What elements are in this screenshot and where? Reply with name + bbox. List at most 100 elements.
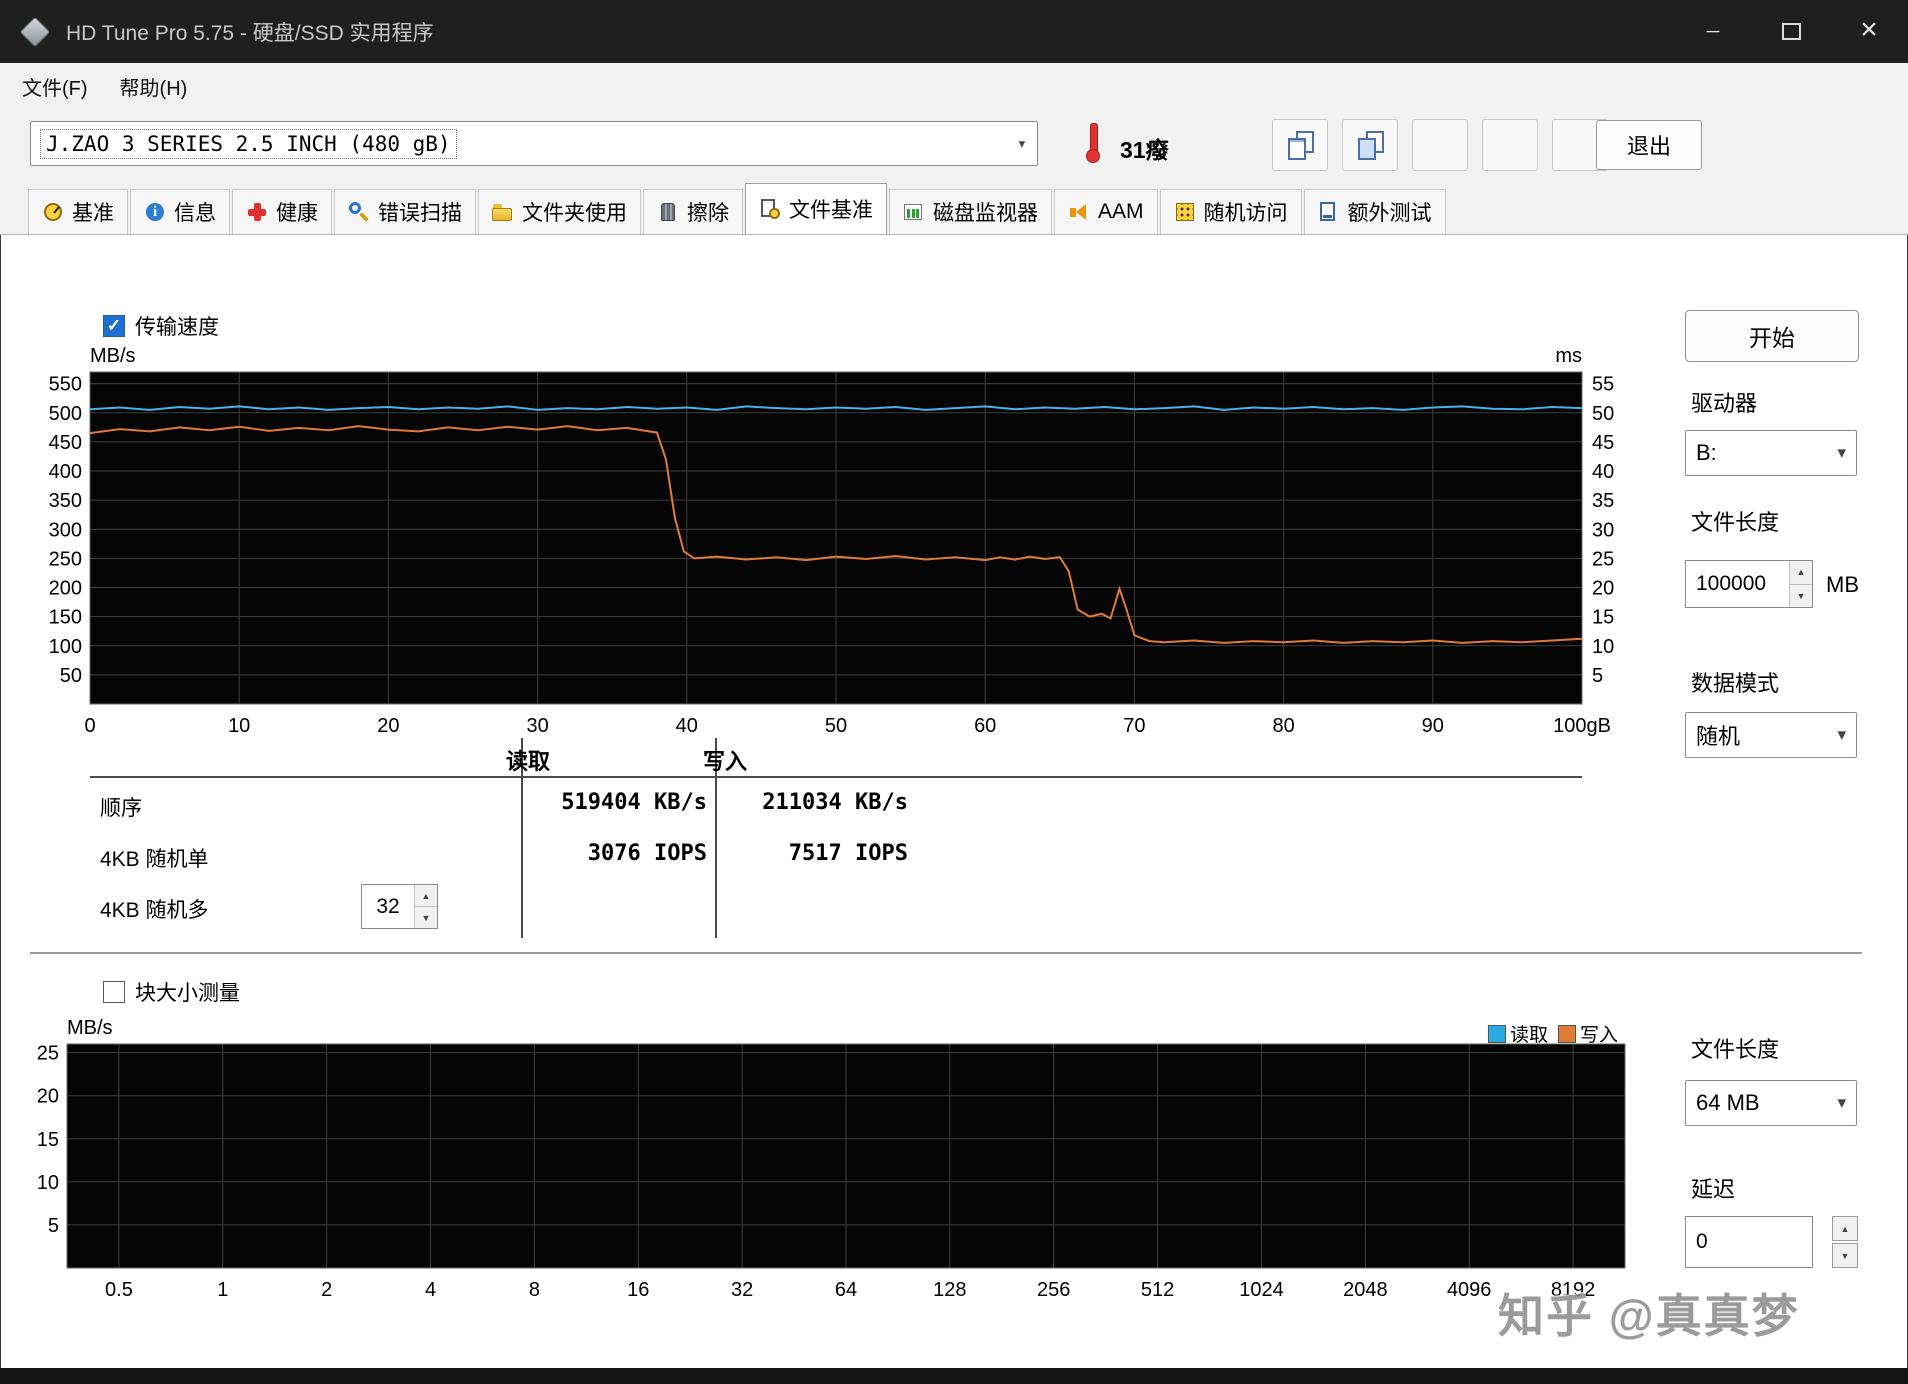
block-file-length-dropdown[interactable]: 64 MB ▾	[1685, 1080, 1857, 1126]
scan-icon	[348, 201, 370, 223]
folder-icon	[492, 201, 514, 223]
tab-info[interactable]: 信息	[130, 189, 230, 234]
svg-text:80: 80	[1272, 715, 1294, 737]
copy-image-button[interactable]	[1342, 119, 1398, 171]
block-file-length-value: 64 MB	[1696, 1090, 1760, 1115]
spinner-down-icon[interactable]: ▼	[415, 907, 437, 928]
spinner-down-icon[interactable]: ▼	[1790, 584, 1812, 607]
tab-gauge[interactable]: 基准	[28, 189, 128, 234]
erase-icon	[657, 201, 679, 223]
spinner-up-icon[interactable]: ▲	[415, 885, 437, 907]
menu-file[interactable]: 文件(F)	[6, 66, 104, 107]
thread-count-value: 32	[376, 894, 400, 918]
svg-text:450: 450	[49, 432, 82, 454]
tab-scan[interactable]: 错误扫描	[334, 189, 476, 234]
svg-text:2048: 2048	[1343, 1279, 1388, 1301]
row-label-sequential: 顺序	[100, 797, 142, 820]
svg-text:10: 10	[1592, 636, 1614, 658]
thread-count-arrows: ▲ ▼	[414, 885, 437, 928]
maximize-button[interactable]	[1752, 0, 1830, 63]
transfer-speed-checkbox[interactable]	[103, 315, 125, 337]
thermometer-icon	[1086, 123, 1100, 163]
tab-label: 额外测试	[1347, 202, 1432, 225]
performance-button[interactable]	[1482, 119, 1538, 171]
temperature-value: 31癈	[1120, 137, 1169, 163]
tab-health[interactable]: 健康	[232, 189, 332, 234]
toolbar: J.ZAO 3 SERIES 2.5 INCH (480 gB) ▾ 31癈 退…	[0, 109, 1908, 181]
tab-extra-tests[interactable]: 额外测试	[1303, 189, 1446, 234]
copy-image-icon	[1355, 130, 1385, 160]
tab-folder[interactable]: 文件夹使用	[478, 189, 641, 234]
drive-dropdown-value: B:	[1696, 440, 1717, 465]
delay-up-icon[interactable]: ▲	[1832, 1216, 1858, 1241]
file-length-spinner[interactable]: 100000 ▲ ▼	[1685, 560, 1813, 608]
svg-text:30: 30	[1592, 519, 1614, 541]
thread-count-spinner[interactable]: 32 ▲ ▼	[361, 884, 438, 929]
tab-aam[interactable]: AAM	[1054, 189, 1158, 234]
disk-monitor-icon	[903, 201, 925, 223]
tab-label: 错误扫描	[378, 202, 462, 225]
spinner-up-icon[interactable]: ▲	[1790, 561, 1812, 585]
block-size-checkbox[interactable]	[103, 981, 125, 1003]
svg-text:30: 30	[526, 715, 548, 737]
minimize-button[interactable]	[1674, 0, 1752, 63]
tab-label: 文件夹使用	[522, 202, 627, 225]
svg-text:50: 50	[825, 715, 847, 737]
copy-text-button[interactable]	[1272, 119, 1328, 171]
svg-text:10: 10	[228, 715, 250, 737]
read-column-header: 读取	[505, 749, 550, 774]
start-button[interactable]: 开始	[1685, 310, 1859, 362]
close-icon	[1860, 20, 1878, 44]
camera-icon	[1425, 130, 1455, 160]
tab-label: 健康	[276, 202, 318, 225]
svg-text:40: 40	[676, 715, 698, 737]
file-length-value: 100000	[1696, 572, 1767, 595]
svg-text:4096: 4096	[1447, 1279, 1492, 1301]
svg-text:1024: 1024	[1239, 1279, 1284, 1301]
screenshot-button[interactable]	[1412, 119, 1468, 171]
exit-button[interactable]: 退出	[1596, 120, 1702, 170]
extra-tests-icon	[1318, 201, 1340, 223]
tab-file-benchmark[interactable]: 文件基准	[745, 183, 887, 234]
delay-spinner[interactable]: 0	[1685, 1216, 1813, 1268]
tab-random-access[interactable]: 随机访问	[1159, 189, 1302, 234]
svg-text:10: 10	[37, 1172, 59, 1194]
app-window: HD Tune Pro 5.75 - 硬盘/SSD 实用程序 文件(F) 帮助(…	[0, 0, 1908, 1384]
transfer-speed-checkbox-row: 传输速度	[103, 311, 219, 341]
menu-bar: 文件(F) 帮助(H)	[0, 63, 1908, 109]
gauge-icon	[42, 201, 64, 223]
section-divider	[30, 952, 1862, 954]
svg-text:100: 100	[49, 636, 82, 658]
tab-disk-monitor[interactable]: 磁盘监视器	[889, 189, 1052, 234]
svg-text:15: 15	[1592, 607, 1614, 629]
tab-erase[interactable]: 擦除	[643, 189, 743, 234]
menu-help[interactable]: 帮助(H)	[104, 66, 204, 107]
svg-text:32: 32	[731, 1279, 753, 1301]
app-icon	[19, 15, 51, 48]
svg-text:MB/s: MB/s	[90, 345, 136, 367]
chevron-down-icon: ▾	[1837, 443, 1846, 462]
chevron-down-icon: ▾	[1837, 1093, 1846, 1112]
aam-icon	[1068, 201, 1090, 223]
svg-text:MB/s: MB/s	[67, 1017, 113, 1039]
drive-dropdown[interactable]: B: ▾	[1685, 430, 1857, 476]
tab-label: 随机访问	[1203, 202, 1288, 225]
device-dropdown[interactable]: J.ZAO 3 SERIES 2.5 INCH (480 gB) ▾	[30, 121, 1038, 166]
tab-label: 擦除	[687, 202, 729, 225]
toolbar-buttons	[1272, 119, 1608, 171]
svg-text:45: 45	[1592, 432, 1614, 454]
delay-down-icon[interactable]: ▼	[1832, 1243, 1858, 1268]
legend-label: 写入	[1580, 1025, 1619, 1046]
4kb-single-write-value: 7517 IOPS	[788, 841, 908, 866]
svg-text:150: 150	[49, 607, 82, 629]
chevron-down-icon: ▾	[1837, 725, 1846, 744]
svg-text:90: 90	[1422, 715, 1444, 737]
health-icon	[246, 201, 268, 223]
svg-text:50: 50	[60, 665, 82, 687]
data-mode-dropdown[interactable]: 随机 ▾	[1685, 712, 1857, 758]
data-mode-label: 数据模式	[1691, 671, 1780, 696]
data-mode-value: 随机	[1696, 724, 1741, 749]
chevron-down-icon: ▾	[1016, 133, 1027, 154]
tab-label: 磁盘监视器	[933, 202, 1038, 225]
close-button[interactable]	[1830, 0, 1908, 63]
